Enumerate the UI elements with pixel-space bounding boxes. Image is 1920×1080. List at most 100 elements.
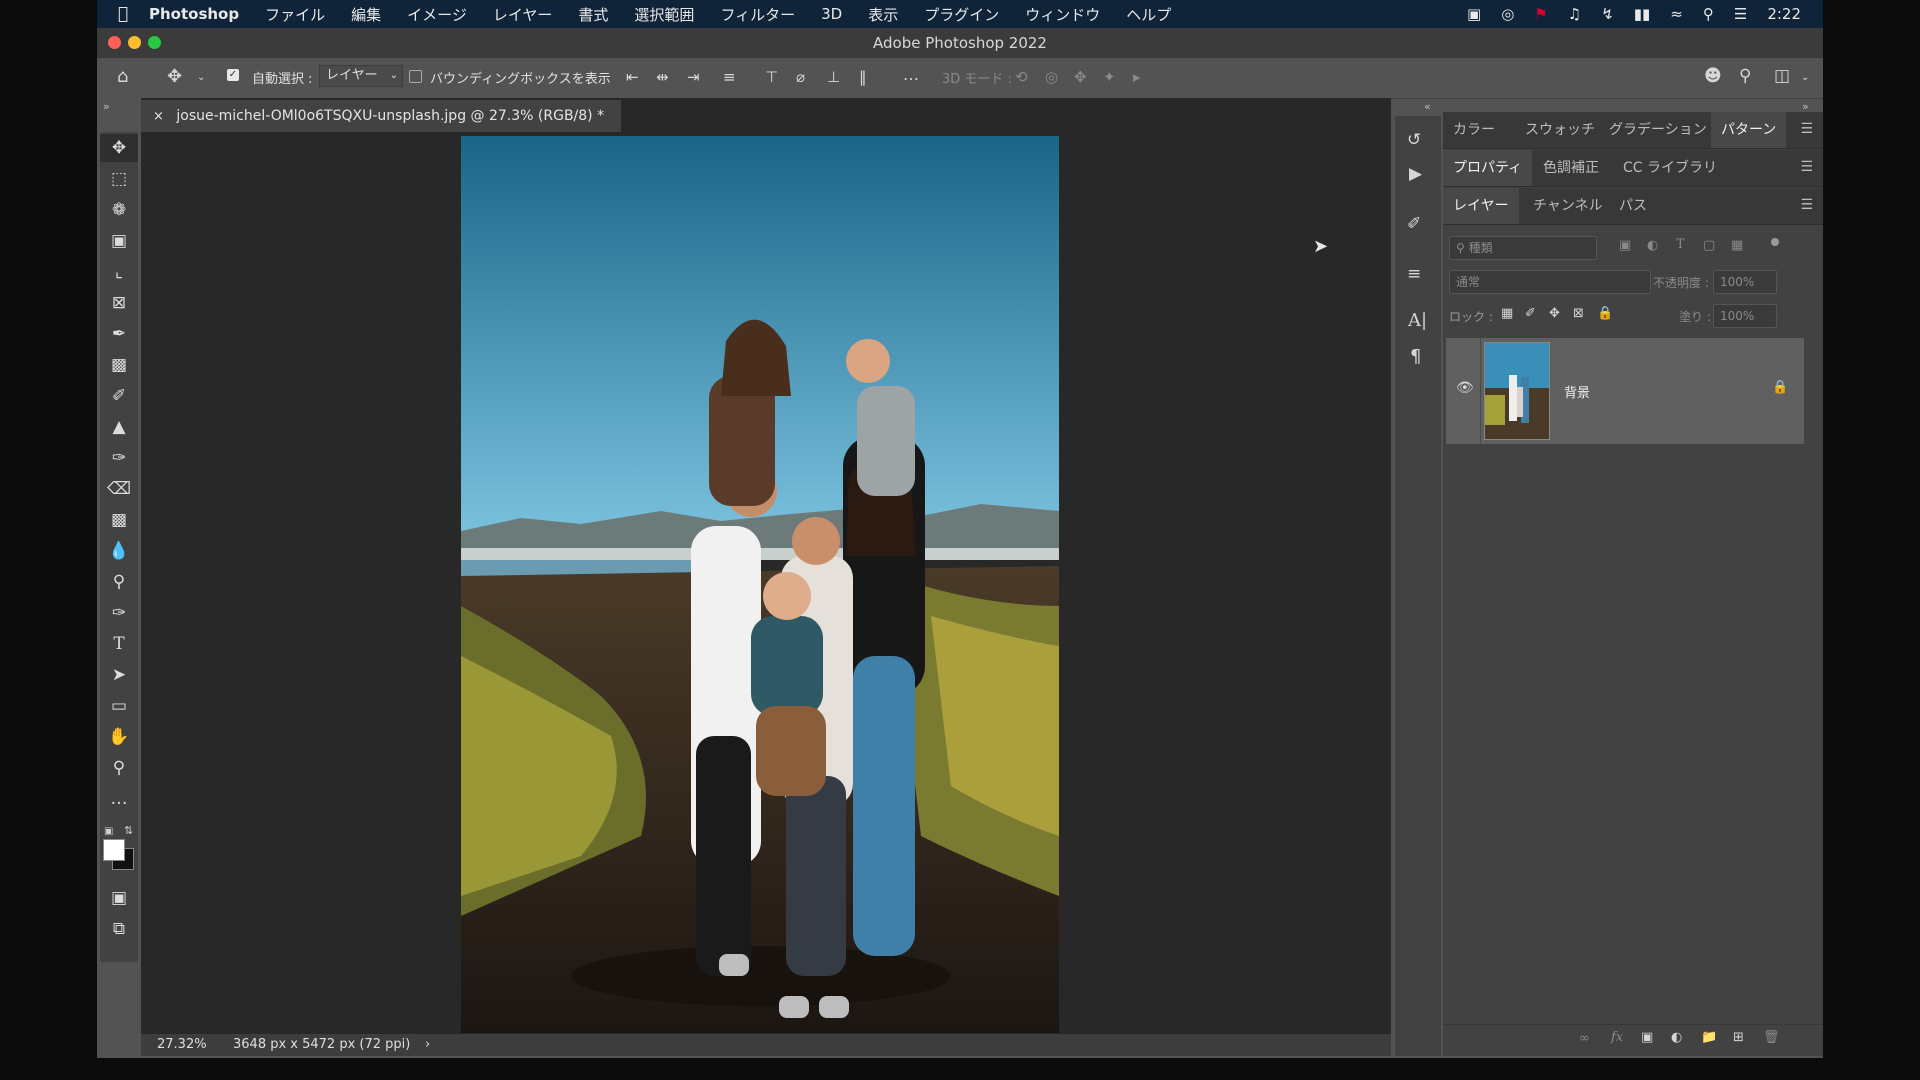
workspace-icon[interactable]: ◫ bbox=[1774, 66, 1790, 86]
status-menu-arrow-icon[interactable]: › bbox=[425, 1034, 430, 1056]
layers-panel-menu-icon[interactable]: ☰ bbox=[1800, 197, 1813, 213]
align-vertical-centers-icon[interactable]: ⌀ bbox=[796, 68, 805, 86]
adjustments-panel-icon[interactable]: ≡ bbox=[1407, 264, 1421, 284]
bounding-box-checkbox[interactable] bbox=[409, 70, 422, 83]
layer-thumbnail[interactable] bbox=[1484, 342, 1550, 440]
opacity-field[interactable]: 100% bbox=[1713, 270, 1777, 294]
distribute-vertical-icon[interactable]: ≡ bbox=[723, 68, 736, 86]
hand-tool-icon[interactable]: ✋ bbox=[100, 723, 138, 751]
delete-layer-icon[interactable]: 🗑 bbox=[1763, 1030, 1780, 1045]
filter-smart-objects-icon[interactable]: ▦ bbox=[1731, 238, 1743, 253]
menu-edit[interactable]: 編集 bbox=[351, 4, 381, 25]
spotlight-search-icon[interactable]: ⚲ bbox=[1703, 5, 1714, 23]
tab-properties[interactable]: プロパティ bbox=[1443, 150, 1533, 186]
3d-video-camera-icon[interactable]: ▸ bbox=[1133, 68, 1141, 86]
menu-view[interactable]: 表示 bbox=[868, 4, 898, 25]
align-bottom-edges-icon[interactable]: ⊥ bbox=[827, 68, 840, 86]
link-layers-icon[interactable]: ∞ bbox=[1579, 1031, 1590, 1046]
tab-swatches[interactable]: スウォッチ bbox=[1515, 112, 1605, 148]
screen-mode-icon[interactable]: ⧉ bbox=[100, 915, 138, 943]
share-user-icon[interactable]: ☻ bbox=[1704, 66, 1722, 86]
layer-filter-dropdown[interactable]: ⚲ 種類 bbox=[1449, 236, 1597, 260]
menu-select[interactable]: 選択範囲 bbox=[634, 4, 694, 25]
align-top-edges-icon[interactable]: ⊤ bbox=[765, 68, 778, 86]
type-tool-icon[interactable]: T bbox=[100, 630, 138, 658]
creative-cloud-icon[interactable]: ◎ bbox=[1501, 5, 1514, 23]
more-options-icon[interactable]: … bbox=[903, 65, 919, 84]
pen-tool-icon[interactable]: ✑ bbox=[100, 599, 138, 627]
home-icon[interactable]: ⌂ bbox=[117, 66, 128, 87]
tab-layers[interactable]: レイヤー bbox=[1443, 188, 1519, 224]
apple-menu-icon[interactable]:  bbox=[97, 4, 149, 24]
app-menu-photoshop[interactable]: Photoshop bbox=[149, 5, 239, 23]
3d-orbit-icon[interactable]: ⟲ bbox=[1015, 68, 1028, 86]
filter-pixel-layers-icon[interactable]: ▣ bbox=[1619, 238, 1631, 253]
filter-type-layers-icon[interactable]: T bbox=[1676, 237, 1685, 252]
battery-icon[interactable]: ▮▮ bbox=[1634, 5, 1651, 23]
collapse-dock-icon[interactable]: « bbox=[1424, 100, 1431, 113]
lock-image-pixels-icon[interactable]: ✐ bbox=[1525, 306, 1536, 321]
preset-dropdown-chevron-icon[interactable]: ⌄ bbox=[197, 72, 205, 83]
menu-image[interactable]: イメージ bbox=[407, 4, 467, 25]
menu-type[interactable]: 書式 bbox=[578, 4, 608, 25]
menu-file[interactable]: ファイル bbox=[265, 4, 325, 25]
history-panel-icon[interactable]: ↺ bbox=[1407, 130, 1421, 150]
align-left-edges-icon[interactable]: ⇤ bbox=[626, 68, 639, 86]
lock-all-icon[interactable]: 🔒 bbox=[1597, 306, 1613, 321]
collapse-tools-icon[interactable]: » bbox=[103, 100, 110, 113]
auto-select-target-dropdown[interactable]: レイヤー ⌄ bbox=[319, 65, 403, 87]
lock-transparent-pixels-icon[interactable]: ▦ bbox=[1501, 306, 1513, 321]
tab-paths[interactable]: パス bbox=[1609, 188, 1657, 224]
3d-slide-icon[interactable]: ✦ bbox=[1103, 68, 1116, 86]
frame-tool-icon[interactable]: ⊠ bbox=[100, 289, 138, 317]
default-colors-icon[interactable]: ▣ bbox=[104, 826, 113, 837]
swap-colors-icon[interactable]: ⇅ bbox=[124, 824, 133, 837]
zoom-level[interactable]: 27.32% bbox=[157, 1034, 207, 1056]
bluetooth-icon[interactable]: ↯ bbox=[1601, 5, 1614, 23]
document-tab[interactable]: × josue-michel-OMl0o6TSQXU-unsplash.jpg … bbox=[141, 100, 621, 132]
lock-position-icon[interactable]: ✥ bbox=[1549, 306, 1560, 321]
filter-adjustment-layers-icon[interactable]: ◐ bbox=[1647, 238, 1658, 253]
zoom-tool-icon[interactable]: ⚲ bbox=[100, 754, 138, 782]
search-icon[interactable]: ⚲ bbox=[1739, 66, 1751, 86]
screen-record-icon[interactable]: ▣ bbox=[1467, 5, 1481, 23]
actions-panel-icon[interactable]: ▶ bbox=[1409, 164, 1422, 184]
blend-mode-dropdown[interactable]: 通常 bbox=[1449, 270, 1651, 294]
foreground-color-swatch[interactable] bbox=[103, 839, 125, 861]
crop-tool-icon[interactable]: ⌞ bbox=[100, 258, 138, 286]
properties-panel-menu-icon[interactable]: ☰ bbox=[1800, 159, 1813, 175]
tab-patterns[interactable]: パターン bbox=[1711, 112, 1787, 148]
object-selection-tool-icon[interactable]: ▣ bbox=[100, 227, 138, 255]
menu-filter[interactable]: フィルター bbox=[720, 4, 795, 25]
move-tool-preset-icon[interactable]: ✥ bbox=[167, 66, 182, 87]
3d-pan-icon[interactable]: ✥ bbox=[1074, 68, 1087, 86]
brush-settings-panel-icon[interactable]: ✐ bbox=[1407, 214, 1421, 234]
distribute-horizontal-icon[interactable]: ‖ bbox=[859, 68, 867, 86]
tab-gradients[interactable]: グラデーション bbox=[1599, 112, 1717, 148]
menu-window[interactable]: ウィンドウ bbox=[1025, 4, 1100, 25]
new-layer-icon[interactable]: ⊞ bbox=[1733, 1030, 1744, 1045]
control-center-icon[interactable]: ☰ bbox=[1734, 5, 1747, 23]
tab-adjustments[interactable]: 色調補正 bbox=[1533, 150, 1609, 186]
brush-tool-icon[interactable]: ✐ bbox=[100, 382, 138, 410]
align-right-edges-icon[interactable]: ⇥ bbox=[687, 68, 700, 86]
quick-mask-icon[interactable]: ▣ bbox=[100, 884, 138, 912]
wifi-off-icon[interactable]: ≈ bbox=[1670, 5, 1683, 23]
rectangle-tool-icon[interactable]: ▭ bbox=[100, 692, 138, 720]
align-horizontal-centers-icon[interactable]: ⇹ bbox=[656, 68, 669, 86]
fill-field[interactable]: 100% bbox=[1713, 304, 1777, 328]
path-selection-tool-icon[interactable]: ➤ bbox=[100, 661, 138, 689]
tab-channels[interactable]: チャンネル bbox=[1523, 188, 1613, 224]
clone-stamp-tool-icon[interactable]: ▲ bbox=[100, 413, 138, 441]
workspace-chevron-icon[interactable]: ⌄ bbox=[1801, 72, 1809, 83]
new-group-folder-icon[interactable]: 📁 bbox=[1701, 1030, 1717, 1045]
lasso-tool-icon[interactable]: ❁ bbox=[100, 196, 138, 224]
dodge-tool-icon[interactable]: ⚲ bbox=[100, 568, 138, 596]
filter-shape-layers-icon[interactable]: ▢ bbox=[1703, 238, 1715, 253]
menu-plugins[interactable]: プラグイン bbox=[924, 4, 999, 25]
character-panel-icon[interactable]: A| bbox=[1408, 310, 1427, 331]
eyedropper-tool-icon[interactable]: ✒ bbox=[100, 320, 138, 348]
auto-select-checkbox[interactable]: ✓ bbox=[227, 69, 239, 81]
edit-toolbar-icon[interactable]: … bbox=[100, 785, 138, 813]
eraser-tool-icon[interactable]: ⌫ bbox=[100, 475, 138, 503]
